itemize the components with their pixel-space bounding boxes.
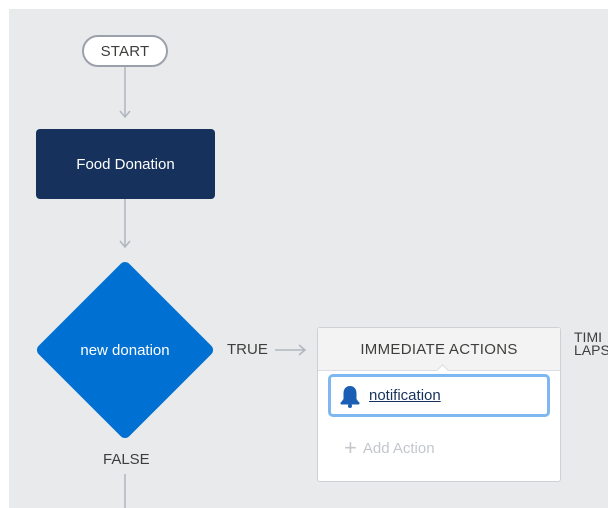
immediate-actions-header: IMMEDIATE ACTIONS — [318, 328, 560, 371]
process-node-food-donation[interactable]: Food Donation — [36, 129, 215, 199]
flow-canvas: START Food Donation new donation TRUE FA… — [9, 9, 608, 508]
notification-action-link[interactable]: notification — [369, 387, 441, 404]
add-action-button[interactable]: + Add Action — [344, 435, 435, 460]
start-node[interactable]: START — [82, 35, 168, 67]
add-action-label: Add Action — [362, 439, 435, 457]
plus-icon: + — [344, 435, 357, 460]
true-branch-label: TRUE — [227, 341, 268, 358]
time-lapse-line2: LAPS — [574, 342, 608, 358]
immediate-actions-title: IMMEDIATE ACTIONS — [360, 340, 518, 358]
immediate-actions-panel: IMMEDIATE ACTIONS notification + Add Act… — [317, 327, 561, 482]
bell-icon — [339, 384, 361, 408]
action-item-notification[interactable]: notification — [328, 374, 550, 417]
time-lapse-label: TIMI LAPS — [574, 330, 608, 358]
start-node-label: START — [100, 42, 150, 60]
decision-node-new-donation[interactable]: new donation — [34, 259, 216, 441]
false-branch-label: FALSE — [103, 451, 150, 468]
process-node-label: Food Donation — [76, 155, 175, 173]
decision-node-label: new donation — [80, 341, 170, 359]
